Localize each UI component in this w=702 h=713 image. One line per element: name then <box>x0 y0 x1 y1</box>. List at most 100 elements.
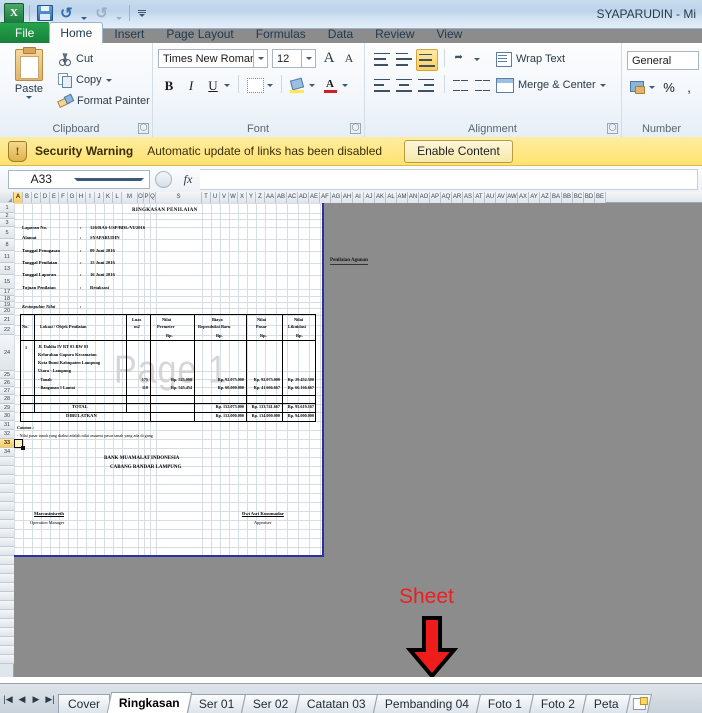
column-header-y[interactable]: Y <box>247 192 256 203</box>
sheet-tab-ser-01[interactable]: Ser 01 <box>186 694 247 713</box>
row-header-27[interactable]: 27 <box>0 387 14 395</box>
sheet-tab-ringkasan[interactable]: Ringkasan <box>106 692 192 713</box>
underline-dropdown-icon[interactable] <box>222 75 232 96</box>
font-color-dropdown-icon[interactable] <box>340 75 350 96</box>
clipboard-dialog-launcher-icon[interactable]: ◯ <box>138 123 149 134</box>
column-header-aw[interactable]: AW <box>507 192 518 203</box>
row-header-40[interactable] <box>0 592 14 601</box>
column-header-ab[interactable]: AB <box>276 192 287 203</box>
column-header-ak[interactable]: AK <box>375 192 386 203</box>
row-header-24[interactable]: 24 <box>0 335 14 371</box>
row-header-34[interactable] <box>0 538 14 547</box>
column-header-h[interactable]: H <box>77 192 86 203</box>
sheet-tab-catatan-03[interactable]: Catatan 03 <box>295 694 379 713</box>
column-header-at[interactable]: AT <box>474 192 485 203</box>
column-header-m[interactable]: M <box>122 192 138 203</box>
column-header-u[interactable]: U <box>211 192 220 203</box>
row-header-25[interactable] <box>0 457 14 466</box>
column-header-f[interactable]: F <box>59 192 68 203</box>
name-box-dropdown-icon[interactable] <box>73 177 144 181</box>
row-header-3[interactable]: 3 <box>0 219 14 227</box>
paste-dropdown-icon[interactable] <box>26 96 32 99</box>
wrap-text-button[interactable]: Wrap Text <box>496 49 565 69</box>
tab-page-layout[interactable]: Page Layout <box>155 23 244 44</box>
column-header-bc[interactable]: BC <box>573 192 584 203</box>
formula-bar-expand[interactable] <box>150 166 176 192</box>
number-format-select[interactable]: General <box>627 51 699 70</box>
customize-quick-access-icon[interactable] <box>135 4 148 23</box>
row-header-11[interactable]: 11 <box>0 251 14 263</box>
paste-button[interactable]: Paste <box>6 47 52 113</box>
column-header-aa[interactable]: AA <box>265 192 276 203</box>
row-header-26[interactable]: 26 <box>0 379 14 387</box>
underline-button[interactable]: U <box>204 75 222 96</box>
row-header-37[interactable] <box>0 565 14 574</box>
insert-function-icon[interactable]: fx <box>176 170 200 189</box>
row-header-34[interactable]: 34 <box>0 448 14 457</box>
row-header-35[interactable] <box>0 547 14 556</box>
column-header-ay[interactable]: AY <box>529 192 540 203</box>
row-header-8[interactable]: 8 <box>0 239 14 251</box>
increase-indent-button[interactable] <box>472 75 492 95</box>
comma-format-button[interactable]: , <box>681 77 697 97</box>
grid-canvas[interactable]: Page 1 RINGKASAN PENILAIAN Laporan No. :… <box>14 203 702 683</box>
column-header-d[interactable]: D <box>41 192 50 203</box>
formula-input[interactable] <box>200 168 698 190</box>
row-header-17[interactable]: 17 <box>0 289 14 296</box>
row-header-31[interactable]: 31 <box>0 421 14 430</box>
column-header-s[interactable]: S <box>156 192 202 203</box>
font-size-input[interactable]: 12 <box>272 49 302 68</box>
row-header-36[interactable] <box>0 556 14 565</box>
tab-formulas[interactable]: Formulas <box>245 23 317 44</box>
nav-first-icon[interactable]: |◀ <box>3 694 13 705</box>
sheet-tab-foto-1[interactable]: Foto 1 <box>476 694 535 713</box>
row-header-30[interactable]: 30 <box>0 412 14 421</box>
decrease-indent-button[interactable] <box>450 75 470 95</box>
column-header-au[interactable]: AU <box>485 192 496 203</box>
column-header-z[interactable]: Z <box>256 192 265 203</box>
column-header-al[interactable]: AL <box>386 192 397 203</box>
tab-insert[interactable]: Insert <box>103 23 155 44</box>
column-header-bd[interactable]: BD <box>584 192 595 203</box>
row-header-26[interactable] <box>0 466 14 475</box>
align-middle-button[interactable] <box>394 49 414 69</box>
format-painter-button[interactable]: Format Painter <box>58 91 150 111</box>
row-header-28[interactable]: 28 <box>0 395 14 404</box>
enable-content-button[interactable]: Enable Content <box>404 139 513 163</box>
accounting-dropdown-icon[interactable] <box>647 77 657 97</box>
row-header-41[interactable] <box>0 601 14 610</box>
column-header-b[interactable]: B <box>23 192 32 203</box>
row-header-32[interactable] <box>0 520 14 529</box>
column-header-c[interactable]: C <box>32 192 41 203</box>
copy-dropdown-icon[interactable] <box>105 78 112 82</box>
borders-dropdown-icon[interactable] <box>265 75 275 96</box>
row-header-31[interactable] <box>0 511 14 520</box>
tab-home[interactable]: Home <box>49 22 104 44</box>
column-header-k[interactable]: K <box>104 192 113 203</box>
row-header-29[interactable] <box>0 493 14 502</box>
column-header-ag[interactable]: AG <box>331 192 342 203</box>
row-header-45[interactable] <box>0 637 14 646</box>
align-bottom-button[interactable] <box>416 49 438 71</box>
row-header-43[interactable] <box>0 619 14 628</box>
align-left-button[interactable] <box>372 75 392 95</box>
font-name-dropdown-icon[interactable] <box>254 49 268 68</box>
select-all-button[interactable] <box>0 192 14 203</box>
orientation-dropdown-icon[interactable] <box>472 49 482 69</box>
undo-icon[interactable]: ↻ <box>57 4 76 23</box>
column-header-az[interactable]: AZ <box>540 192 551 203</box>
column-header-an[interactable]: AN <box>408 192 419 203</box>
align-right-button[interactable] <box>416 75 436 95</box>
sheet-tab-foto-2[interactable]: Foto 2 <box>529 694 588 713</box>
fill-color-button[interactable] <box>288 75 306 96</box>
column-header-bb[interactable]: BB <box>562 192 573 203</box>
bold-button[interactable]: B <box>160 75 178 96</box>
row-header-46[interactable] <box>0 646 14 655</box>
row-header-21[interactable]: 21 <box>0 315 14 325</box>
row-header-27[interactable] <box>0 475 14 484</box>
column-header-x[interactable]: X <box>238 192 247 203</box>
column-header-am[interactable]: AM <box>397 192 408 203</box>
column-header-w[interactable]: W <box>229 192 238 203</box>
excel-logo-icon[interactable]: X <box>4 3 24 23</box>
alignment-dialog-launcher-icon[interactable]: ◯ <box>607 123 618 134</box>
